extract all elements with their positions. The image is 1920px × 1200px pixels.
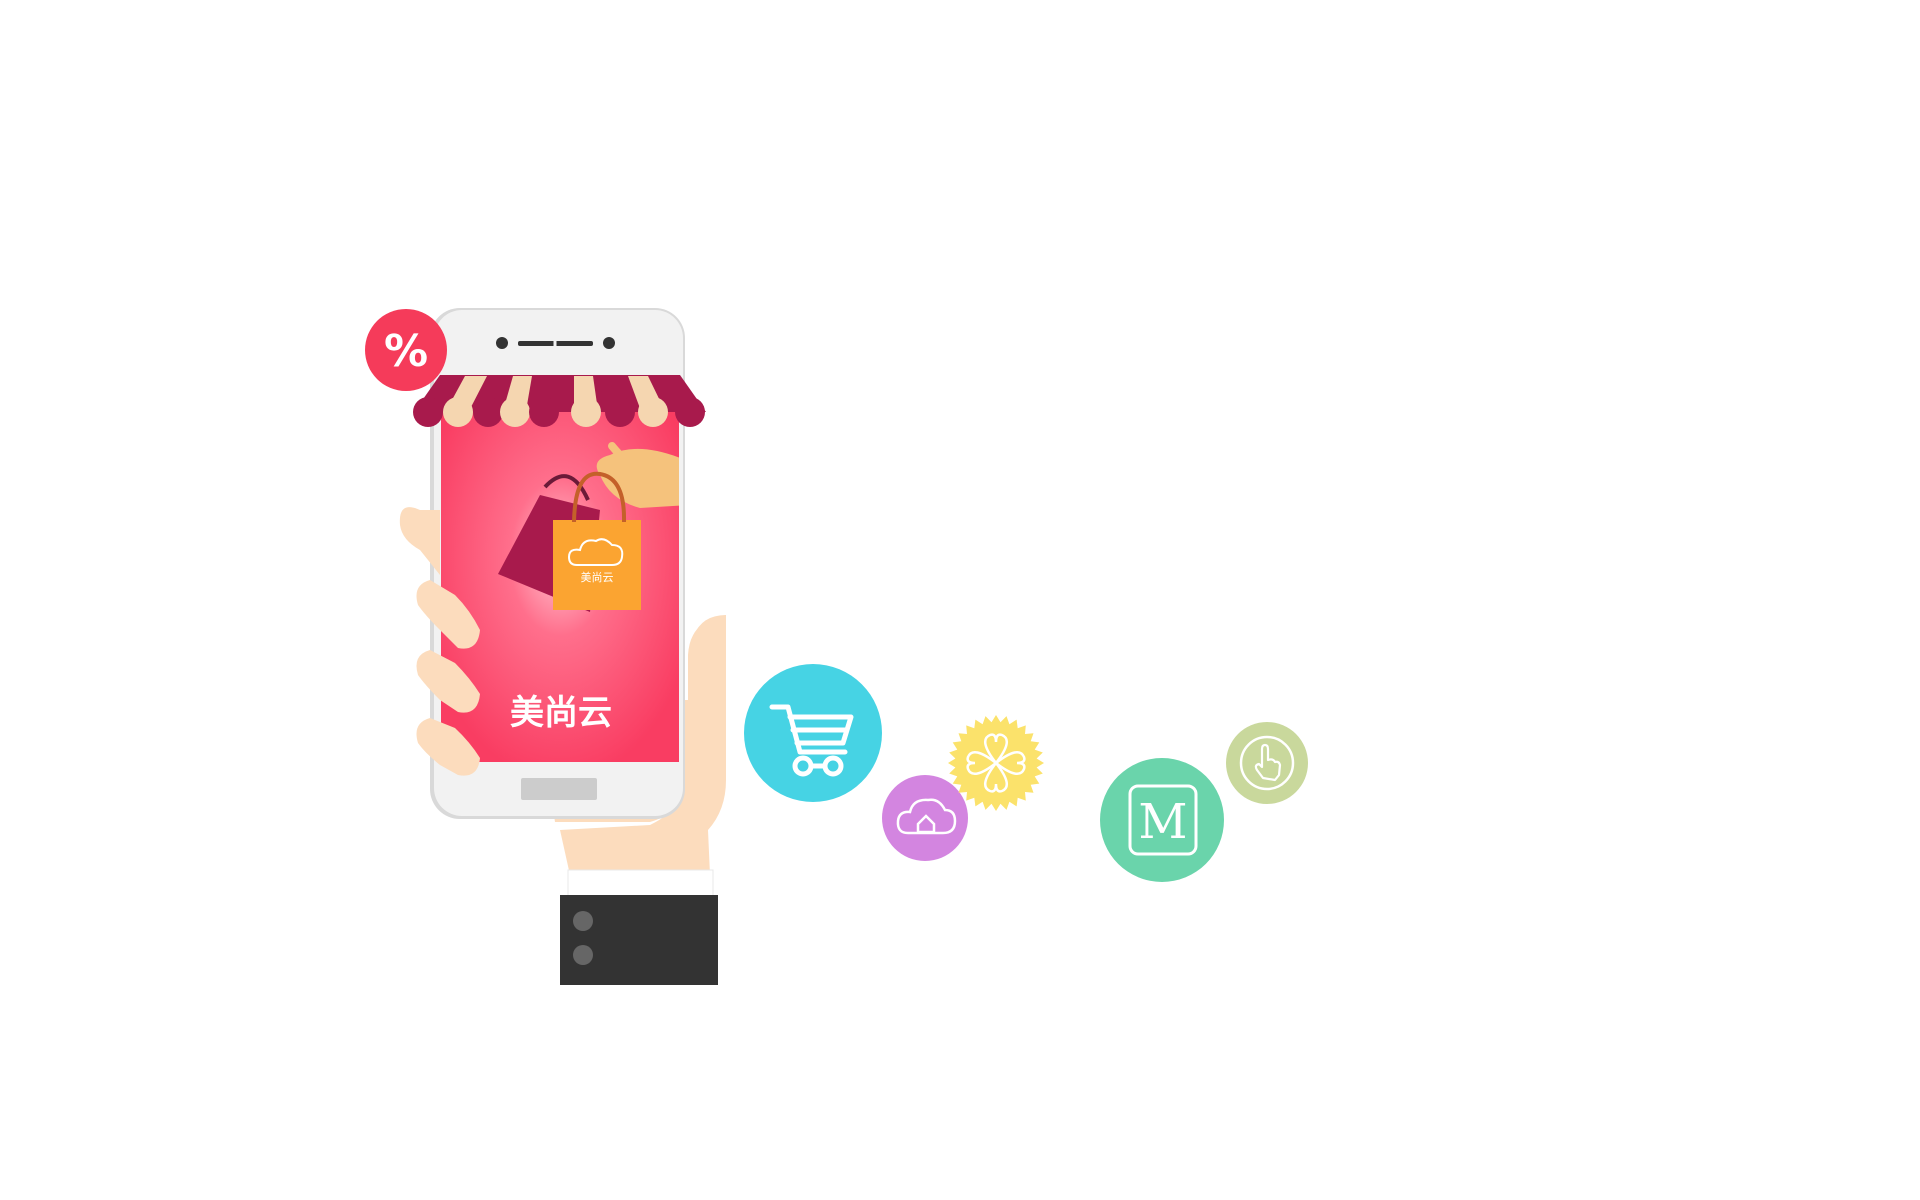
discount-badge: %	[365, 309, 447, 391]
sleeve-button	[573, 945, 593, 965]
shopping-cart-bubble	[744, 664, 882, 802]
letter-m-bubble: M	[1100, 758, 1224, 882]
phone-home-button	[521, 778, 597, 800]
hand-pointer-bubble	[1226, 722, 1308, 804]
cloud-home-bubble	[882, 775, 968, 861]
bag-label: 美尚云	[581, 570, 614, 584]
clover-badge	[948, 715, 1044, 811]
discount-label: %	[384, 326, 428, 377]
phone-camera	[496, 337, 508, 349]
brand-name: 美尚云	[510, 693, 612, 733]
illustration: 美尚云 美尚云 % M	[365, 308, 1308, 985]
letter-m-label: M	[1138, 794, 1187, 850]
sleeve-button	[573, 911, 593, 931]
sleeve	[560, 895, 718, 985]
